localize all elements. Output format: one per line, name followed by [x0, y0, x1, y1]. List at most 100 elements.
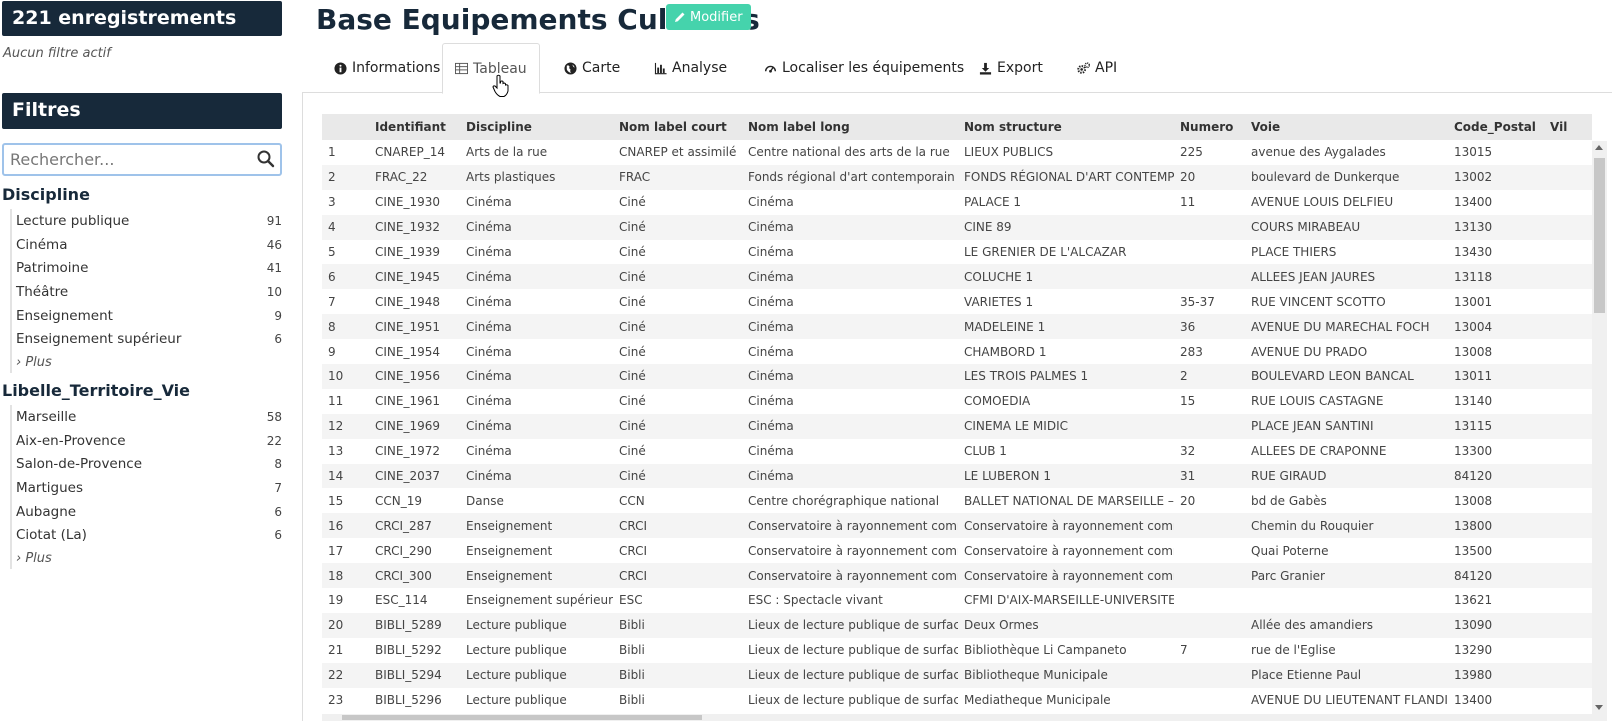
scroll-down-icon[interactable] [1595, 705, 1603, 710]
column-header[interactable] [322, 114, 369, 140]
table-row[interactable]: 3 CINE_1930 Cinéma Ciné Cinéma PALACE 1 11 AVEN… [322, 190, 1592, 215]
tab-localiser[interactable]: Localiser les équipements [752, 43, 976, 93]
table-cell: Cinéma [742, 264, 958, 290]
column-header[interactable]: Nom structure [958, 114, 1174, 140]
table-cell [1174, 662, 1245, 688]
table-cell [1544, 612, 1592, 638]
table-cell: Cinéma [466, 245, 512, 259]
facet-item[interactable]: Théâtre 10 [12, 280, 284, 304]
table-cell: Cinéma [466, 444, 512, 459]
table-row[interactable]: 9 CINE_1954 Cinéma Ciné Cinéma CHAMBORD 1 283 A… [322, 339, 1592, 364]
facet-item[interactable]: Enseignement 9 [12, 304, 284, 328]
table-row[interactable]: 18 CRCI_300 Enseignement CRCI Conservatoire … [322, 563, 1592, 589]
table-row[interactable]: 15 CCN_19 Danse CCN Centre chorégraphique na… [322, 488, 1592, 513]
facet-item[interactable]: Marseille 58 [12, 405, 284, 429]
table-cell [1544, 662, 1592, 688]
facet-item[interactable]: Salon-de-Provence 8 [12, 452, 284, 476]
table-row[interactable]: 16 CRCI_287 Enseignement CRCI Conservatoire … [322, 513, 1592, 539]
table-row[interactable]: 4 CINE_1932 Cinéma Ciné Cinéma CINE 89 COURS M… [322, 214, 1592, 240]
table-cell: 283 [1180, 344, 1203, 359]
facet-item[interactable]: Aix-en-Provence 22 [12, 429, 284, 453]
table-row[interactable]: 14 CINE_2037 Cinéma Ciné Cinéma LE LUBERON 13… [322, 463, 1592, 489]
table-row[interactable]: 10 CINE_1956 Cinéma Ciné Cinéma LES TROIS PAL… [322, 364, 1592, 389]
table-cell: Bibli [619, 643, 645, 658]
facet-item[interactable]: Enseignement supérieur 6 [12, 327, 284, 351]
facet-item[interactable]: Martigues 7 [12, 476, 284, 500]
table-cell: 13011 [1448, 364, 1544, 389]
scrollbar-thumb[interactable] [342, 715, 702, 720]
table-cell: 13001 [1454, 294, 1493, 309]
table-cell: 11 [1180, 195, 1196, 210]
table-row[interactable]: 21 BIBLI_5292 Lecture publique Bibli Lieux d… [322, 638, 1592, 663]
table-cell: CINE_1961 [375, 394, 441, 409]
tab-carte[interactable]: Carte [552, 43, 632, 93]
facet-item-label: Enseignement supérieur [16, 331, 182, 348]
scrollbar-thumb[interactable] [1594, 158, 1605, 313]
tab-label: Export [997, 60, 1043, 76]
table-cell [1544, 289, 1592, 314]
search-input[interactable] [4, 145, 244, 174]
column-header[interactable]: Vil [1544, 114, 1592, 140]
table-cell: Lecture publique [466, 643, 567, 658]
table-row[interactable]: 11 CINE_1961 Cinéma Ciné Cinéma COMOEDIA 15 RUE… [322, 389, 1592, 414]
column-header[interactable]: Identifiant [369, 114, 460, 140]
table-cell [1544, 339, 1592, 364]
table-cell: 32 [1180, 444, 1196, 459]
column-header[interactable]: Nom label court [613, 114, 742, 140]
table-cell: 22 [322, 662, 369, 688]
column-header[interactable]: Discipline [460, 114, 613, 140]
table-cell: ALLEES DE CRAPONNE [1251, 444, 1387, 459]
table-cell: CINE_1939 [375, 245, 441, 259]
table-cell: CINE 89 [958, 214, 1174, 240]
tab-api[interactable]: API [1065, 43, 1129, 93]
facet-item[interactable]: Lecture publique 91 [12, 209, 284, 233]
column-header[interactable]: Code_Postal [1448, 114, 1544, 140]
facet-more-link[interactable]: › Plus [12, 547, 284, 569]
table-row[interactable]: 7 CINE_1948 Cinéma Ciné Cinéma VARIETES 1 35-3… [322, 289, 1592, 314]
table-row[interactable]: 5 CINE_1939 Cinéma Ciné Cinéma LE GRENIER DE … [322, 240, 1592, 265]
table-row[interactable]: 13 CINE_1972 Cinéma Ciné Cinéma CLUB 1 32 ALLEE… [322, 439, 1592, 464]
tab-informations[interactable]: Informations [322, 43, 452, 93]
table-row[interactable]: 8 CINE_1951 Cinéma Ciné Cinéma MADELEINE 1 36 A… [322, 314, 1592, 340]
tab-export[interactable]: Export [967, 43, 1055, 93]
gears-icon [1077, 61, 1090, 74]
table-cell: Lieux de lecture publique de surface > 1 [748, 693, 958, 708]
table-cell: Cinéma [460, 214, 613, 240]
tab-analyse[interactable]: Analyse [642, 43, 739, 93]
data-table-container: Identifiant Discipline Nom label court Nom … [322, 114, 1592, 714]
table-cell: Quai Poterne [1251, 543, 1329, 558]
table-cell: 35-37 [1180, 294, 1215, 309]
horizontal-scrollbar[interactable] [322, 714, 1607, 721]
column-header[interactable]: Numero [1174, 114, 1245, 140]
column-header[interactable]: Voie [1245, 114, 1448, 140]
table-cell: boulevard de Dunkerque [1245, 164, 1448, 190]
table-cell: 13400 [1454, 693, 1493, 708]
facet-item[interactable]: Cinéma 46 [12, 233, 284, 257]
table-row[interactable]: 23 BIBLI_5296 Lecture publique Bibli Lieux d… [322, 688, 1592, 713]
modify-button[interactable]: Modifier [666, 4, 751, 30]
column-header[interactable]: Nom label long [742, 114, 958, 140]
modify-label: Modifier [690, 9, 743, 25]
facet-more-link[interactable]: › Plus [12, 351, 284, 373]
table-row[interactable]: 1 CNAREP_14 Arts de la rue CNAREP et assimi… [322, 140, 1592, 165]
facet-item[interactable]: Ciotat (La) 6 [12, 523, 284, 547]
table-cell: 17 [328, 543, 344, 558]
table-row[interactable]: 17 CRCI_290 Enseignement CRCI Conservatoire … [322, 538, 1592, 563]
facet-item[interactable]: Patrimoine 41 [12, 256, 284, 280]
search-icon[interactable] [256, 149, 276, 169]
table-row[interactable]: 6 CINE_1945 Cinéma Ciné Cinéma COLUCHE 1 ALLEE… [322, 264, 1592, 290]
table-row[interactable]: 22 BIBLI_5294 Lecture publique Bibli Lieux d… [322, 662, 1592, 688]
table-cell [1174, 413, 1245, 439]
table-row[interactable]: 19 ESC_114 Enseignement supérieur ESC ESC : … [322, 588, 1592, 613]
vertical-scrollbar[interactable] [1592, 141, 1607, 714]
tab-tableau[interactable]: Tableau [442, 43, 540, 94]
table-row[interactable]: 2 FRAC_22 Arts plastiques FRAC Fonds régiona… [322, 164, 1592, 190]
scroll-up-icon[interactable] [1595, 145, 1603, 150]
table-row[interactable]: 12 CINE_1969 Cinéma Ciné Cinéma CINEMA LE MID… [322, 413, 1592, 439]
table-cell: BIBLI_5296 [375, 693, 442, 708]
table-cell: AVENUE DU LIEUTENANT FLANDI [1251, 693, 1448, 708]
table-cell [1174, 264, 1245, 290]
facet-item[interactable]: Aubagne 6 [12, 500, 284, 524]
table-cell: AVENUE LOUIS DELFIEU [1251, 195, 1394, 210]
table-row[interactable]: 20 BIBLI_5289 Lecture publique Bibli Lieux d… [322, 612, 1592, 638]
